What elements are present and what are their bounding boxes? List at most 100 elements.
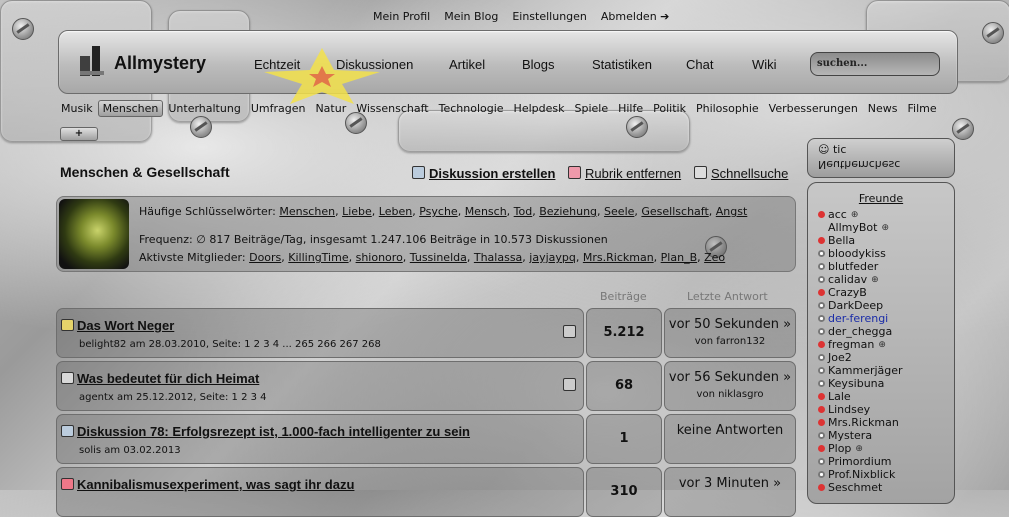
friends-heading[interactable]: Freunde	[808, 192, 954, 205]
keyword-link[interactable]: Angst	[716, 205, 748, 218]
status-item-mirrored[interactable]: Neuthemchesc	[818, 158, 900, 171]
friend-name: Kammerjäger	[828, 364, 903, 377]
friend-item[interactable]: Mystera	[818, 429, 903, 442]
last-reply-author[interactable]: von farron132	[665, 336, 795, 347]
add-category-button[interactable]: +	[60, 127, 98, 141]
chat-icon[interactable]: ⊕	[855, 444, 863, 454]
friend-item[interactable]: Mrs.Rickman	[818, 416, 903, 429]
category-philosophie[interactable]: Philosophie	[691, 100, 764, 117]
nav-wiki[interactable]: Wiki	[752, 57, 777, 72]
member-link[interactable]: Plan_B	[661, 251, 697, 264]
create-discussion-link[interactable]: Diskussion erstellen	[412, 166, 555, 181]
online-status-icon	[818, 328, 825, 335]
nav-diskussionen[interactable]: Diskussionen	[336, 57, 413, 72]
category-menschen[interactable]: Menschen	[97, 100, 164, 117]
last-reply-link[interactable]: vor 50 Sekunden »	[665, 317, 795, 332]
category-technologie[interactable]: Technologie	[434, 100, 509, 117]
friend-item[interactable]: DarkDeep	[818, 299, 903, 312]
category-verbesserungen[interactable]: Verbesserungen	[764, 100, 863, 117]
friend-item[interactable]: CrazyB	[818, 286, 903, 299]
my-blog-link[interactable]: Mein Blog	[444, 10, 498, 23]
last-reply-author[interactable]: von niklasgro	[665, 389, 795, 400]
category-filme[interactable]: Filme	[903, 100, 942, 117]
member-link[interactable]: Mrs.Rickman	[583, 251, 654, 264]
friend-item[interactable]: Plop ⊕	[818, 442, 903, 455]
column-header-count: Beiträge	[600, 290, 647, 303]
chat-icon[interactable]: ⊕	[878, 340, 886, 350]
last-reply-link[interactable]: vor 3 Minuten »	[665, 476, 795, 491]
discussion-title[interactable]: Was bedeutet für dich Heimat	[77, 371, 259, 386]
friend-item[interactable]: Kammerjäger	[818, 364, 903, 377]
online-status-icon	[818, 263, 825, 270]
friend-item[interactable]: acc ⊕	[818, 208, 903, 221]
chat-icon[interactable]: ⊕	[851, 210, 859, 220]
logout-link[interactable]: Abmelden ➔	[601, 10, 669, 23]
status-item[interactable]: ☺ tic	[818, 143, 846, 156]
friend-item[interactable]: Lale	[818, 390, 903, 403]
discussion-title[interactable]: Das Wort Neger	[77, 318, 174, 333]
screw-icon	[982, 22, 1004, 44]
discussion-row: Das Wort Neger belight82 am 28.03.2010, …	[56, 308, 796, 358]
member-link[interactable]: Zeo	[704, 251, 725, 264]
keyword-link[interactable]: Liebe	[342, 205, 372, 218]
keyword-link[interactable]: Leben	[379, 205, 412, 218]
friend-item[interactable]: calidav ⊕	[818, 273, 903, 286]
category-natur[interactable]: Natur	[310, 100, 351, 117]
friend-item[interactable]: Joe2	[818, 351, 903, 364]
keyword-link[interactable]: Mensch	[465, 205, 507, 218]
friend-item[interactable]: bloodykiss	[818, 247, 903, 260]
category-unterhaltung[interactable]: Unterhaltung	[163, 100, 245, 117]
nav-artikel[interactable]: Artikel	[449, 57, 485, 72]
site-brand[interactable]: Allmystery	[114, 53, 206, 74]
keyword-link[interactable]: Gesellschaft	[641, 205, 708, 218]
category-wissenschaft[interactable]: Wissenschaft	[351, 100, 433, 117]
category-politik[interactable]: Politik	[648, 100, 691, 117]
category-umfragen[interactable]: Umfragen	[246, 100, 311, 117]
friend-item[interactable]: fregman ⊕	[818, 338, 903, 351]
search-input[interactable]: suchen...	[810, 52, 940, 76]
friend-item[interactable]: Prof.Nixblick	[818, 468, 903, 481]
friend-name: bloodykiss	[828, 247, 886, 260]
remove-category-link[interactable]: Rubrik entfernen	[568, 166, 681, 181]
friend-item[interactable]: der_chegga	[818, 325, 903, 338]
nav-echtzeit[interactable]: Echtzeit	[254, 57, 300, 72]
member-link[interactable]: KillingTime	[288, 251, 348, 264]
logo-icon[interactable]	[80, 46, 106, 76]
keyword-link[interactable]: Tod	[514, 205, 533, 218]
friend-item[interactable]: Primordium	[818, 455, 903, 468]
friend-item[interactable]: Lindsey	[818, 403, 903, 416]
keyword-link[interactable]: Beziehung	[539, 205, 597, 218]
friend-item[interactable]: blutfeder	[818, 260, 903, 273]
category-hilfe[interactable]: Hilfe	[613, 100, 648, 117]
busy-status-icon	[818, 393, 825, 400]
chat-icon[interactable]: ⊕	[871, 275, 879, 285]
keyword-link[interactable]: Menschen	[279, 205, 335, 218]
member-link[interactable]: shionoro	[356, 251, 403, 264]
my-profile-link[interactable]: Mein Profil	[373, 10, 430, 23]
member-link[interactable]: Thalassa	[474, 251, 522, 264]
discussion-title[interactable]: Diskussion 78: Erfolgsrezept ist, 1.000-…	[77, 424, 470, 439]
nav-statistiken[interactable]: Statistiken	[592, 57, 652, 72]
friend-item[interactable]: Bella	[818, 234, 903, 247]
keyword-link[interactable]: Seele	[604, 205, 634, 218]
member-link[interactable]: Doors	[249, 251, 281, 264]
chat-icon[interactable]: ⊕	[881, 223, 889, 233]
keyword-link[interactable]: Psyche	[419, 205, 457, 218]
pin-icon[interactable]	[563, 325, 576, 338]
category-helpdesk[interactable]: Helpdesk	[509, 100, 570, 117]
quick-search-link[interactable]: Schnellsuche	[694, 166, 788, 181]
member-link[interactable]: Tussinelda	[410, 251, 467, 264]
friend-item[interactable]: Keysibuna	[818, 377, 903, 390]
category-musik[interactable]: Musik	[56, 100, 98, 117]
settings-link[interactable]: Einstellungen	[512, 10, 587, 23]
category-spiele[interactable]: Spiele	[569, 100, 613, 117]
nav-blogs[interactable]: Blogs	[522, 57, 555, 72]
friend-item[interactable]: der-ferengi	[818, 312, 903, 325]
category-news[interactable]: News	[863, 100, 903, 117]
member-link[interactable]: jayjaypq	[529, 251, 576, 264]
pin-icon[interactable]	[563, 378, 576, 391]
friend-item[interactable]: AllmyBot ⊕	[818, 221, 903, 234]
last-reply-link[interactable]: vor 56 Sekunden »	[665, 370, 795, 385]
friend-item[interactable]: Seschmet	[818, 481, 903, 494]
nav-chat[interactable]: Chat	[686, 57, 713, 72]
